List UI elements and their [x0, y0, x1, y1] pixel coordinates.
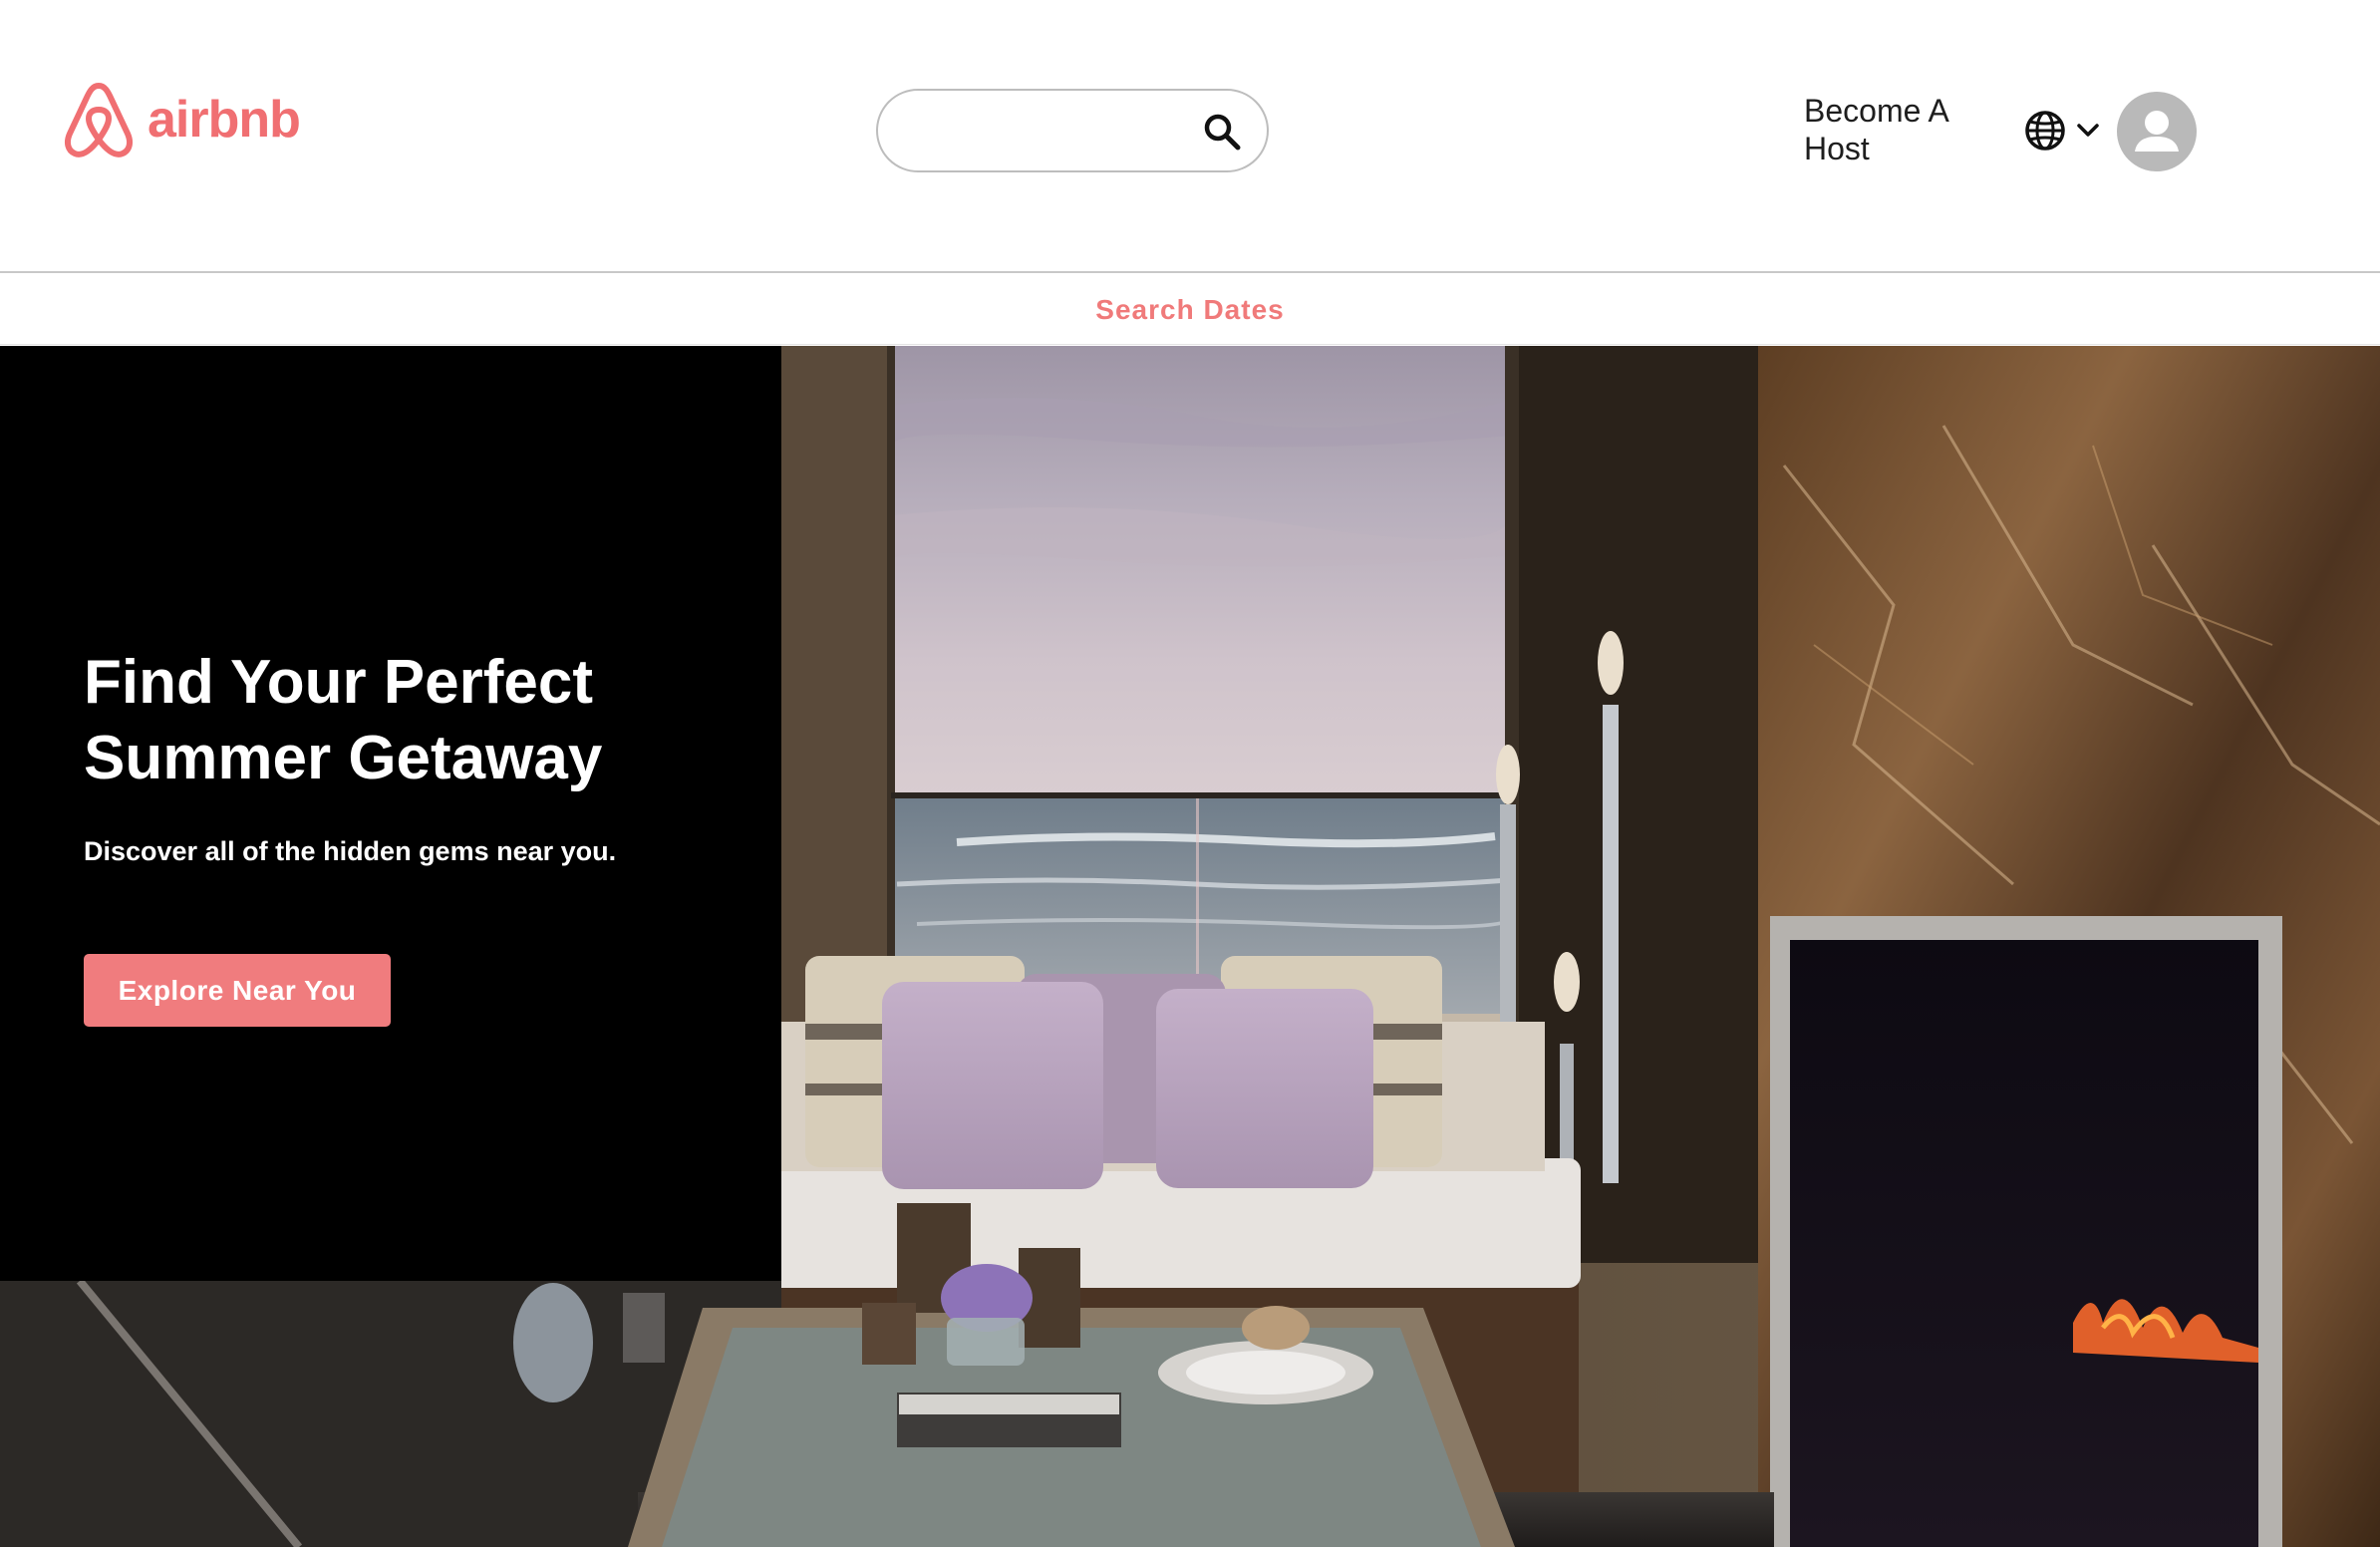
globe-icon: [2025, 111, 2065, 151]
logo-wordmark: airbnb: [148, 91, 301, 149]
airbnb-belo-icon: [64, 83, 134, 157]
explore-near-you-button[interactable]: Explore Near You: [84, 954, 391, 1027]
user-avatar[interactable]: [2117, 92, 2197, 171]
hero-panel: Find Your Perfect Summer Getaway Discove…: [0, 346, 781, 1281]
user-avatar-icon: [2135, 111, 2179, 152]
language-selector[interactable]: [2023, 106, 2109, 155]
hero-subtitle: Discover all of the hidden gems near you…: [84, 836, 617, 866]
search-input[interactable]: [908, 109, 1167, 155]
chevron-down-icon: [2077, 124, 2099, 137]
search-icon[interactable]: [1201, 111, 1243, 153]
airbnb-logo[interactable]: airbnb: [62, 80, 301, 159]
search-dates-bar: Search Dates: [0, 275, 2380, 345]
search-dates-link[interactable]: Search Dates: [1095, 294, 1284, 326]
become-host-link[interactable]: Become A Host: [1804, 92, 2003, 167]
search-bar[interactable]: [876, 89, 1269, 172]
site-header: airbnb Become A Host: [0, 0, 2380, 273]
hero-section: Find Your Perfect Summer Getaway Discove…: [0, 346, 2380, 1547]
hero-title: Find Your Perfect Summer Getaway: [84, 648, 603, 792]
